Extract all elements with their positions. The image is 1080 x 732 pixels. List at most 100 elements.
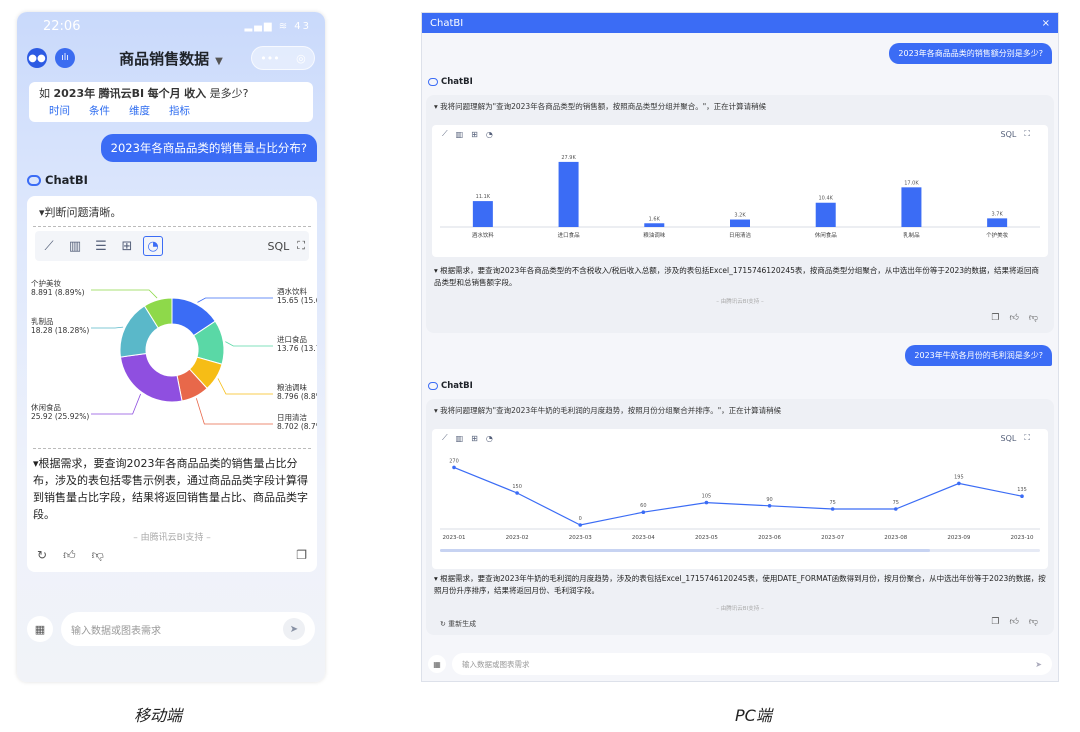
line-chart-icon[interactable]: ⟋ <box>39 236 59 256</box>
hint-tag-metric[interactable]: 指标 <box>169 105 190 117</box>
line-value-label: 60 <box>640 503 646 509</box>
table-icon[interactable]: ⊞ <box>471 130 478 139</box>
fullscreen-icon[interactable]: ⛶ <box>1024 433 1030 443</box>
pie-label-value: 8.702 (8.7%) <box>277 422 317 431</box>
line-series <box>453 466 1023 526</box>
sql-button[interactable]: SQL <box>1001 130 1017 139</box>
pie-leader-line <box>225 341 273 347</box>
bot-avatar-icon[interactable]: ●● <box>27 48 47 68</box>
mobile-header: ●● ılı 商品销售数据 ▼ ••• ◎ <box>17 40 325 76</box>
powered-by: – 由腾讯云BI支持 – <box>133 533 211 543</box>
thumb-down-icon[interactable]: 👎︎ <box>1029 617 1038 627</box>
line-value-label: 75 <box>893 500 899 506</box>
bar-category-label: 粮油调味 <box>643 231 666 239</box>
table-icon[interactable]: ⊞ <box>117 236 137 256</box>
close-icon[interactable]: × <box>1042 18 1050 29</box>
copy-icon[interactable]: ❐ <box>991 313 999 323</box>
bar <box>472 201 493 227</box>
pc-title-bar: ChatBI × <box>422 13 1058 33</box>
bar-value-label: 10.4K <box>819 196 834 202</box>
status-bar: 22:06 ▂▄▆ ≋ 43 <box>17 12 325 40</box>
bar-chart-icon[interactable]: ▥ <box>65 236 85 256</box>
mobile-screen: 22:06 ▂▄▆ ≋ 43 ●● ılı 商品销售数据 ▼ ••• ◎ 如 20… <box>17 12 325 682</box>
user-question-bubble: 2023年各商品品类的销售量占比分布? <box>100 134 317 162</box>
bar-value-label: 11.1K <box>476 194 491 200</box>
thumb-up-icon[interactable]: 👍︎ <box>1009 313 1018 323</box>
line-point <box>957 481 961 486</box>
calendar-icon[interactable]: ▦ <box>428 655 446 673</box>
pie-chart-icon[interactable]: ◔ <box>143 236 163 256</box>
bar <box>730 219 750 227</box>
pc-answer-description-1[interactable]: ▾ 根据需求，要查询2023年各商品类型的不含税收入/税后收入总额，涉及的表包括… <box>434 265 1046 289</box>
pc-chatbi-brand-2: ChatBI <box>428 381 473 391</box>
input-placeholder: 输入数据或图表需求 <box>71 625 161 637</box>
line-value-label: 135 <box>1017 487 1027 493</box>
line-point <box>515 491 519 495</box>
line-point <box>704 500 709 505</box>
pie-label-value: 8.891 (8.89%) <box>31 288 85 297</box>
fullscreen-icon[interactable]: ⛶ <box>297 239 305 253</box>
hint-tags: 时间 条件 维度 指标 <box>39 103 303 118</box>
sql-button[interactable]: SQL <box>268 240 290 253</box>
pie-label-name: 乳制品 <box>31 316 54 326</box>
pie-label-value: 25.92 (25.92%) <box>31 412 89 421</box>
pc-chart-toolbar-1: ⟋ ▥ ⊞ ◔ SQL ⛶ <box>432 125 1048 143</box>
hint-tag-time[interactable]: 时间 <box>49 105 70 117</box>
line-chart-icon[interactable]: ⟋ <box>442 129 448 139</box>
pc-user-question-1: 2023年各商品品类的销售额分别是多少? <box>889 43 1052 64</box>
pc-question-input[interactable]: 输入数据或图表需求 ➤ <box>452 653 1052 675</box>
judge-text[interactable]: ▾判断问题清晰。 <box>33 196 311 227</box>
close-target-icon[interactable]: ◎ <box>296 52 306 65</box>
pc-user-question-2: 2023年牛奶各月份的毛利润是多少? <box>905 345 1052 366</box>
copy-icon[interactable]: ❐ <box>991 617 999 627</box>
intent-text-1[interactable]: ▾ 我将问题理解为"查询2023年各商品类型的销售额，按照商品类型分组并聚合。"… <box>426 95 1054 118</box>
intent-text-2[interactable]: ▾ 我将问题理解为"查询2023年牛奶的毛利润的月度趋势，按照月份分组聚合并排序… <box>426 399 1054 422</box>
answer-card: ▾判断问题清晰。 ⟋ ▥ ☰ ⊞ ◔ SQL ⛶ 酒水饮料15.65 (15.6… <box>27 196 317 572</box>
pie-leader-line <box>195 398 273 425</box>
hint-tag-condition[interactable]: 条件 <box>89 105 110 117</box>
line-chart-panel: ⟋ ▥ ⊞ ◔ SQL ⛶ 270 2023-01 150 2023-02 0 2023-… <box>432 429 1048 569</box>
pc-answer-card-2: ▾ 我将问题理解为"查询2023年牛奶的毛利润的月度趋势，按照月份分组聚合并排序… <box>426 399 1054 635</box>
line-value-label: 270 <box>449 458 459 464</box>
line-point <box>452 465 456 470</box>
pie-label-name: 酒水饮料 <box>277 286 307 296</box>
copy-icon[interactable]: ❐ <box>296 548 307 563</box>
line-value-label: 150 <box>512 484 522 490</box>
bar-value-label: 3.2K <box>734 213 746 219</box>
line-chart-icon[interactable]: ⟋ <box>442 433 448 443</box>
fullscreen-icon[interactable]: ⛶ <box>1024 129 1030 139</box>
answer-description[interactable]: ▾根据需求，要查询2023年各商品品类的销售量占比分布，涉及的表包括零售示例表，… <box>33 448 311 523</box>
pie-label-value: 13.76 (13.76%) <box>277 344 317 353</box>
chatbi-logo-icon <box>428 382 438 390</box>
thumb-down-icon[interactable]: 👎︎ <box>1029 313 1038 323</box>
mobile-question-input[interactable]: 输入数据或图表需求 ➤ <box>61 612 315 646</box>
regenerate-button[interactable]: ↻ 重新生成 <box>440 619 476 629</box>
line-x-tick-label: 2023-03 <box>569 535 592 541</box>
bar-value-label: 27.9K <box>561 155 576 161</box>
calendar-icon[interactable]: ▦ <box>27 616 53 642</box>
thumb-down-icon[interactable]: 👎︎ <box>92 548 104 563</box>
chatbi-logo-icon <box>27 174 41 186</box>
hint-tag-dimension[interactable]: 维度 <box>129 105 150 117</box>
table-icon[interactable]: ⊞ <box>471 434 478 443</box>
mini-program-capsule[interactable]: ••• ◎ <box>251 46 315 70</box>
bar-chart-icon[interactable]: ▥ <box>456 130 464 139</box>
more-icon[interactable]: ••• <box>260 52 279 65</box>
line-point <box>830 507 835 511</box>
pie-chart-icon[interactable]: ◔ <box>486 434 493 443</box>
regenerate-icon[interactable]: ↻ <box>37 548 47 563</box>
sql-button[interactable]: SQL <box>1001 434 1017 443</box>
pie-label-name: 进口食品 <box>277 334 307 344</box>
bar-chart-icon[interactable]: ▥ <box>456 434 464 443</box>
send-icon[interactable]: ➤ <box>283 618 305 640</box>
chart-mode-icon[interactable]: ılı <box>55 48 75 68</box>
send-icon[interactable]: ➤ <box>1035 660 1042 669</box>
pc-window: ChatBI × 2023年各商品品类的销售额分别是多少? ChatBI ▾ 我… <box>421 12 1059 682</box>
chart-toolbar: ⟋ ▥ ☰ ⊞ ◔ SQL ⛶ <box>35 231 309 261</box>
input-placeholder: 输入数据或图表需求 <box>462 659 530 669</box>
pie-chart-icon[interactable]: ◔ <box>486 130 493 139</box>
thumb-up-icon[interactable]: 👍︎ <box>63 548 76 563</box>
thumb-up-icon[interactable]: 👍︎ <box>1009 617 1018 627</box>
pc-answer-description-2[interactable]: ▾ 根据需求，要查询2023年牛奶的毛利润的月度趋势，涉及的表包括Excel_1… <box>434 573 1046 597</box>
horizontal-bar-icon[interactable]: ☰ <box>91 236 111 256</box>
